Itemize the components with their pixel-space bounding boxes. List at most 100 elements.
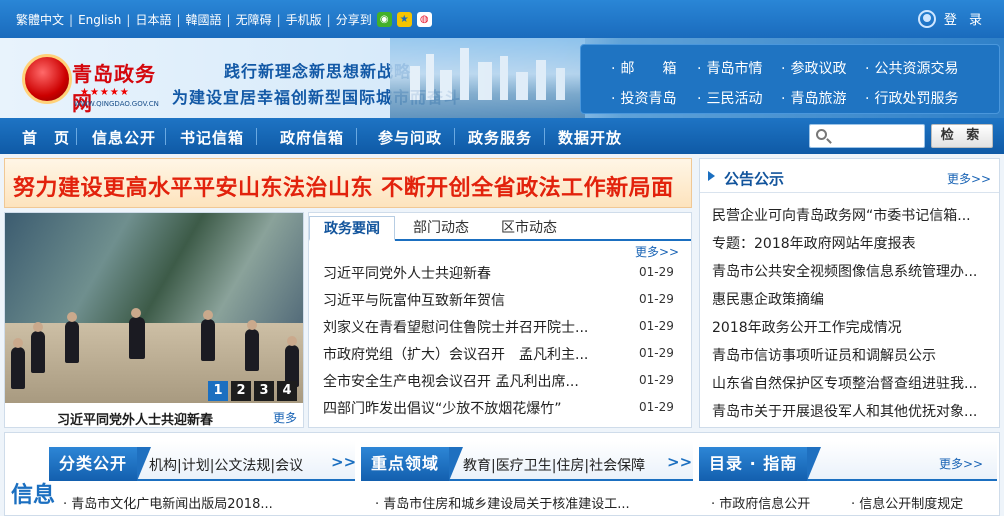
site-logo[interactable]: 青岛政务网 ★★★★★ WWW.QINGDAO.GOV.CN xyxy=(22,50,167,115)
nav-info-disclosure[interactable]: 信息公开 xyxy=(92,127,156,148)
panel-badge: 目录 · 指南 xyxy=(699,447,822,481)
slide-page-2[interactable]: 2 xyxy=(231,381,251,401)
wechat-icon[interactable]: ◉ xyxy=(376,12,392,27)
top-utility-bar: 繁體中文 | English | 日本語 | 韓國語 | 无障碍 | 手机版 | 分享到 ◉… xyxy=(0,0,1004,38)
nav-home[interactable]: 首 页 xyxy=(22,127,70,148)
panel-directory-guide: 目录 · 指南 更多>> xyxy=(699,441,997,481)
quicknav-public-resources[interactable]: 公共资源交易 xyxy=(865,58,958,78)
panel-badge: 重点领域 xyxy=(361,447,464,481)
announcements-more-link[interactable]: 更多>> xyxy=(947,170,991,187)
quicknav-mailbox[interactable]: 邮 箱 xyxy=(611,58,676,78)
news-date: 01-29 xyxy=(639,400,674,414)
announcement-item[interactable]: 青岛市关于开展退役军人和其他优抚对象... xyxy=(712,401,988,421)
panel-list-item[interactable]: · 青岛市住房和城乡建设局关于核准建设工... xyxy=(375,493,630,512)
announcement-item[interactable]: 民营企业可向青岛政务网“市委书记信箱... xyxy=(712,205,988,225)
login-link[interactable]: 登 录 xyxy=(917,9,986,28)
login-label: 登 录 xyxy=(943,13,986,28)
share-label: 分享到 xyxy=(335,13,372,27)
quicknav-tourism[interactable]: 青岛旅游 xyxy=(781,88,846,108)
news-photo[interactable] xyxy=(5,213,303,403)
photo-more-link[interactable]: 更多 xyxy=(273,409,297,426)
announcement-item[interactable]: 青岛市公共安全视频图像信息系统管理办... xyxy=(712,261,988,281)
qzone-icon[interactable]: ★ xyxy=(396,12,412,27)
nav-secretary-mailbox[interactable]: 书记信箱 xyxy=(180,127,244,148)
news-date: 01-29 xyxy=(639,319,674,333)
double-chevron-icon[interactable]: >> xyxy=(331,453,356,471)
city-skyline-image xyxy=(390,38,585,118)
news-item[interactable]: 市政府党组（扩大）会议召开 孟凡利主... 01-29 xyxy=(323,344,677,366)
headline-banner-text: 努力建设更高水平平安山东法治山东 不断开创全省政法工作新局面 xyxy=(13,176,674,201)
announcement-item[interactable]: 青岛市信访事项听证员和调解员公示 xyxy=(712,345,988,365)
logo-stars: ★★★★★ xyxy=(80,87,130,98)
section-side-label: 信息 xyxy=(11,483,56,508)
announcement-item[interactable]: 2018年政务公开工作完成情况 xyxy=(712,317,988,337)
photo-caption[interactable]: 习近平同党外人士共迎新春 xyxy=(57,409,213,428)
main-nav: 首 页 信息公开 书记信箱 政府信箱 参与问政 政务服务 数据开放 检 索 xyxy=(0,118,1004,154)
news-item[interactable]: 全市安全生产电视会议召开 孟凡利出席... 01-29 xyxy=(323,371,677,393)
quicknav-sanmin[interactable]: 三民活动 xyxy=(697,88,762,108)
panel-list-item[interactable]: · 信息公开制度规定 xyxy=(851,493,963,512)
nav-open-data[interactable]: 数据开放 xyxy=(558,127,622,148)
site-banner: 青岛政务网 ★★★★★ WWW.QINGDAO.GOV.CN 践行新理念新思想新… xyxy=(0,38,1004,118)
nav-participation[interactable]: 参与问政 xyxy=(378,127,442,148)
link-korean[interactable]: 韓國語 xyxy=(186,11,222,28)
panel-badge: 分类公开 xyxy=(49,447,152,481)
nav-government-services[interactable]: 政务服务 xyxy=(468,127,532,148)
panel-category-disclosure: 分类公开 机构|计划|公文法规|会议 >> xyxy=(49,441,356,481)
tab-government-news[interactable]: 政务要闻 xyxy=(309,216,395,241)
news-panel: 政务要闻 部门动态 区市动态 更多>> 习近平同党外人士共迎新春 01-29 习… xyxy=(308,212,692,428)
news-title: 刘家义在青看望慰问住鲁院士并召开院士... xyxy=(323,320,589,336)
quicknav-city-info[interactable]: 青岛市情 xyxy=(697,58,762,78)
panel-subcategories[interactable]: 机构|计划|公文法规|会议 xyxy=(149,455,303,475)
link-accessibility[interactable]: 无障碍 xyxy=(236,11,272,28)
news-title: 市政府党组（扩大）会议召开 孟凡利主... xyxy=(323,347,589,363)
slogan-line-1: 践行新理念新思想新战略 xyxy=(224,62,412,81)
slide-page-3[interactable]: 3 xyxy=(254,381,274,401)
slide-page-4[interactable]: 4 xyxy=(277,381,297,401)
language-links: 繁體中文 | English | 日本語 | 韓國語 | 无障碍 | 手机版 | 分享到 ◉… xyxy=(16,11,432,28)
link-japanese[interactable]: 日本語 xyxy=(135,11,171,28)
double-chevron-icon[interactable]: >> xyxy=(667,453,692,471)
news-title: 习近平同党外人士共迎新春 xyxy=(323,266,491,282)
quicknav-penalty-service[interactable]: 行政处罚服务 xyxy=(865,88,958,108)
announcement-item[interactable]: 专题：2018年政府网站年度报表 xyxy=(712,233,988,253)
nav-government-mailbox[interactable]: 政府信箱 xyxy=(280,127,344,148)
link-traditional-chinese[interactable]: 繁體中文 xyxy=(16,11,64,28)
news-more-link[interactable]: 更多>> xyxy=(635,243,679,260)
news-date: 01-29 xyxy=(639,373,674,387)
link-english[interactable]: English xyxy=(78,13,121,27)
news-item[interactable]: 习近平与阮富仲互致新年贺信 01-29 xyxy=(323,290,677,312)
news-title: 全市安全生产电视会议召开 孟凡利出席... xyxy=(323,374,579,390)
news-title: 习近平与阮富仲互致新年贺信 xyxy=(323,293,505,309)
panel-more-link[interactable]: 更多>> xyxy=(939,455,983,472)
tab-department-news[interactable]: 部门动态 xyxy=(413,216,469,241)
announcements-title: 公告公示 xyxy=(724,170,785,188)
panel-subcategories[interactable]: 教育|医疗卫生|住房|社会保障 xyxy=(463,455,645,475)
logo-url: WWW.QINGDAO.GOV.CN xyxy=(74,100,159,108)
search-button[interactable]: 检 索 xyxy=(931,124,993,148)
weibo-icon[interactable]: ◍ xyxy=(416,12,432,27)
user-icon xyxy=(917,9,936,28)
globe-logo-icon xyxy=(22,54,72,104)
news-item[interactable]: 四部门昨发出倡议“少放不放烟花爆竹” 01-29 xyxy=(323,398,677,420)
search-input[interactable] xyxy=(834,127,922,145)
search-box xyxy=(809,124,925,148)
panel-list-item[interactable]: · 青岛市文化广电新闻出版局2018... xyxy=(63,493,273,512)
news-item[interactable]: 习近平同党外人士共迎新春 01-29 xyxy=(323,263,677,285)
news-date: 01-29 xyxy=(639,346,674,360)
slide-pager: 1 2 3 4 xyxy=(208,381,297,401)
quicknav-participation[interactable]: 参政议政 xyxy=(781,58,846,78)
quicknav-invest[interactable]: 投资青岛 xyxy=(611,88,676,108)
announcement-item[interactable]: 惠民惠企政策摘编 xyxy=(712,289,988,309)
announcement-item[interactable]: 山东省自然保护区专项整治督查组进驻我... xyxy=(712,373,988,393)
photo-slider: 1 2 3 4 习近平同党外人士共迎新春 更多 xyxy=(4,212,304,428)
news-item[interactable]: 刘家义在青看望慰问住鲁院士并召开院士... 01-29 xyxy=(323,317,677,339)
headline-banner[interactable]: 努力建设更高水平平安山东法治山东 不断开创全省政法工作新局面 xyxy=(4,158,692,208)
announcements-panel: 公告公示 更多>> 民营企业可向青岛政务网“市委书记信箱... 专题：2018年… xyxy=(699,158,1000,428)
panel-list-item[interactable]: · 市政府信息公开 xyxy=(711,493,810,512)
slide-page-1[interactable]: 1 xyxy=(208,381,228,401)
news-date: 01-29 xyxy=(639,265,674,279)
link-mobile[interactable]: 手机版 xyxy=(286,11,322,28)
tab-district-news[interactable]: 区市动态 xyxy=(501,216,557,241)
quick-nav-panel: 邮 箱 青岛市情 参政议政 公共资源交易 投资青岛 三民活动 青岛旅游 行政处罚… xyxy=(580,44,1000,114)
